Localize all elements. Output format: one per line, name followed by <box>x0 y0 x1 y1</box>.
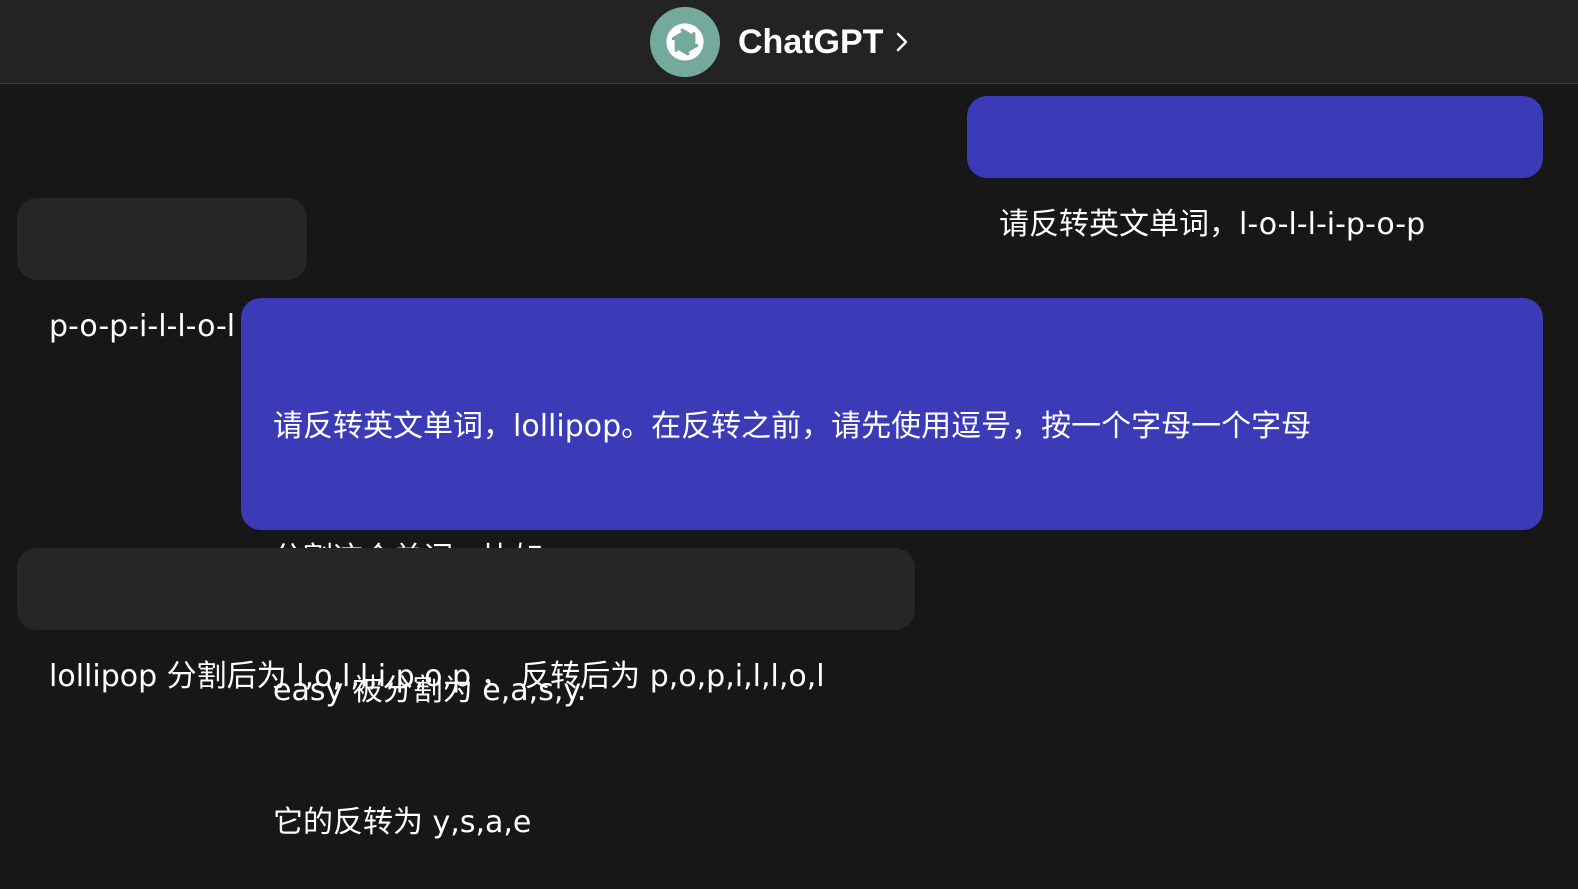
openai-logo-icon <box>650 7 720 77</box>
user-message: 请反转英文单词，lollipop。在反转之前，请先使用逗号，按一个字母一个字母 … <box>241 298 1543 840</box>
app-title: ChatGPT <box>738 22 884 61</box>
assistant-message: p-o-p-i-l-l-o-l <box>17 198 307 344</box>
message-text: lollipop 分割后为 l,o,l,l,i,p,o,p ， 反转后为 p,o… <box>49 659 825 694</box>
assistant-message: lollipop 分割后为 l,o,l,l,i,p,o,p ， 反转后为 p,o… <box>17 548 915 694</box>
user-message: 请反转英文单词，l-o-l-l-i-p-o-p <box>967 96 1543 242</box>
model-selector[interactable]: ChatGPT <box>650 0 909 84</box>
chat-header: ChatGPT <box>0 0 1578 84</box>
chevron-right-icon <box>895 31 909 53</box>
message-text: 请反转英文单词，l-o-l-l-i-p-o-p <box>999 207 1426 242</box>
message-text: 请反转英文单词，lollipop。在反转之前，请先使用逗号，按一个字母一个字母 <box>273 409 1312 444</box>
message-text: 它的反转为 y,s,a,e <box>273 805 532 840</box>
